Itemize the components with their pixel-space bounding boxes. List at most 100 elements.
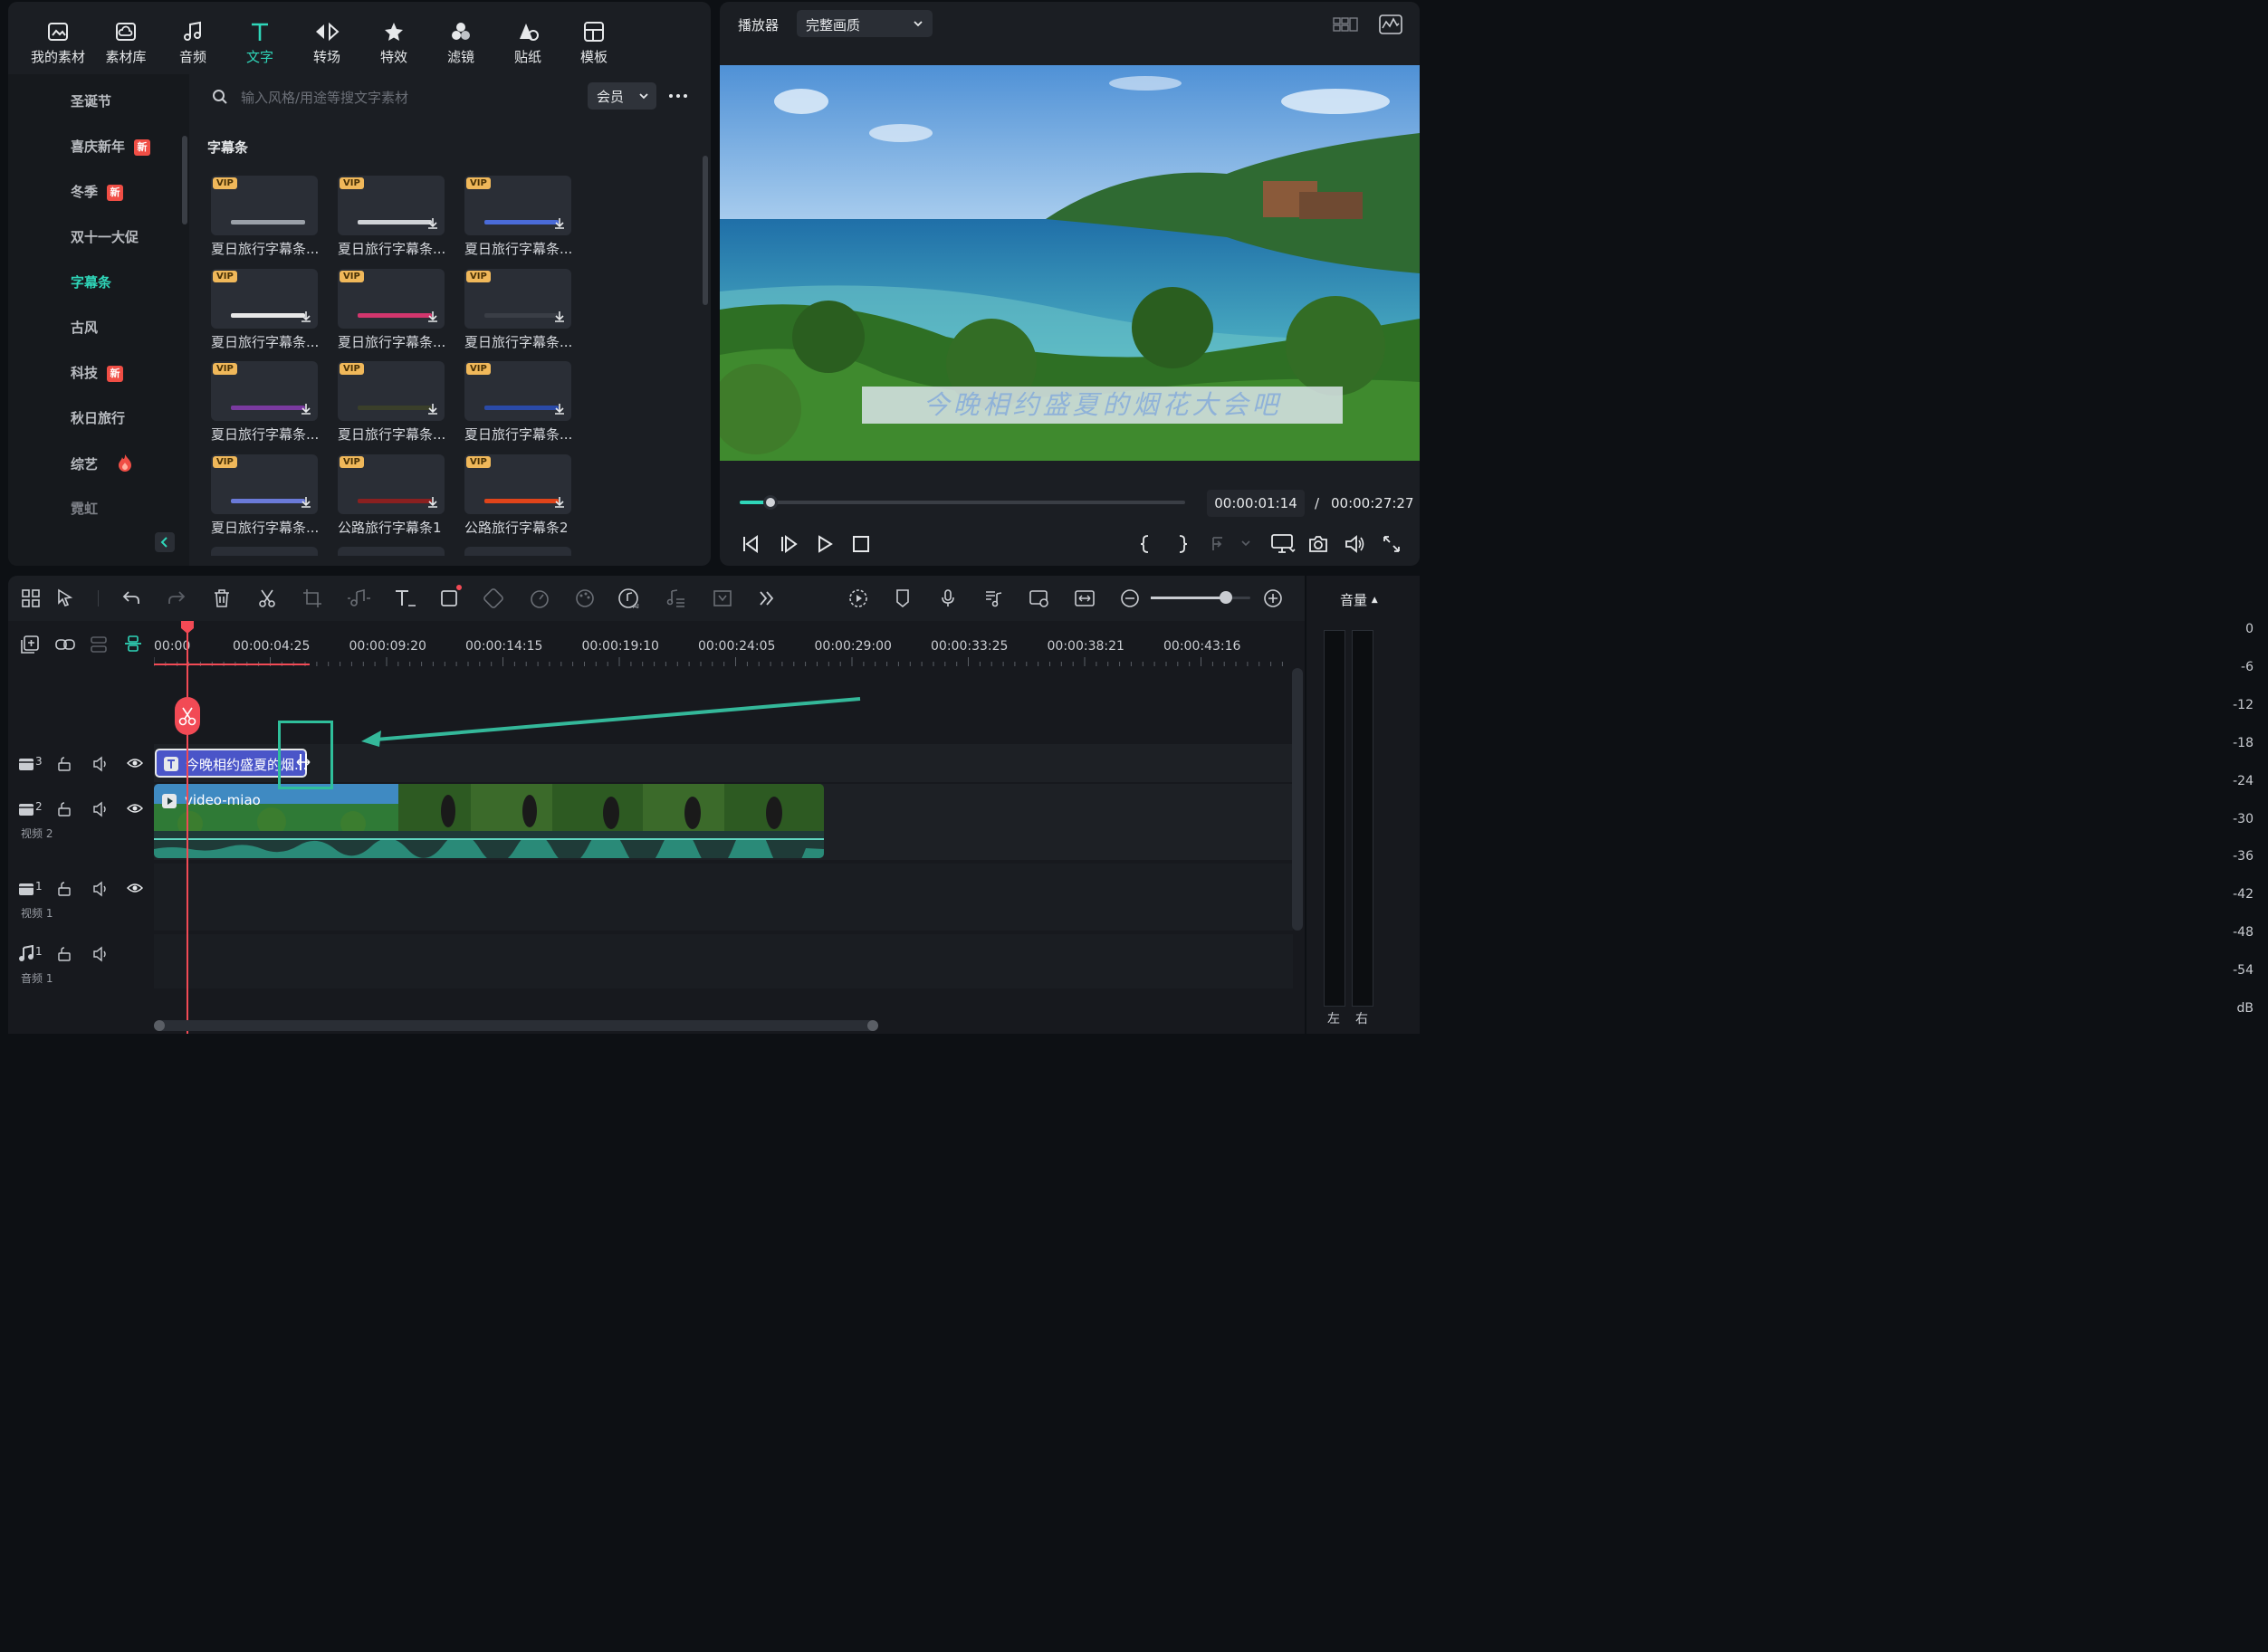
select-pointer-icon[interactable]: [56, 588, 78, 608]
category-item[interactable]: 霓虹: [71, 499, 98, 518]
template-card[interactable]: VIP: [464, 268, 571, 329]
voiceover-mic-icon[interactable]: [938, 588, 958, 608]
toolbar-sticker[interactable]: 贴纸: [496, 20, 560, 66]
member-filter-dropdown[interactable]: 会员: [588, 82, 656, 110]
volume-meter-title[interactable]: 音量 ▲: [1340, 590, 1378, 609]
playhead-handle-icon[interactable]: [180, 620, 195, 635]
mask-shape-icon[interactable]: [439, 584, 463, 609]
add-track-icon[interactable]: [20, 635, 40, 654]
timeline-horizontal-scrollbar[interactable]: [154, 1020, 878, 1031]
pip-icon[interactable]: [1029, 588, 1050, 608]
video-preview[interactable]: 今晚相约盛夏的烟花大会吧: [720, 65, 1420, 461]
scroll-handle-right[interactable]: [867, 1020, 878, 1031]
more-tools-chevron-icon[interactable]: [757, 588, 777, 608]
grid-view-icon[interactable]: [1333, 15, 1358, 33]
display-output-icon[interactable]: [1270, 533, 1296, 555]
download-icon[interactable]: [553, 217, 566, 230]
waveform-monitor-icon[interactable]: [1379, 14, 1402, 34]
stop-icon[interactable]: [851, 534, 871, 554]
download-icon[interactable]: [553, 496, 566, 509]
category-item[interactable]: 圣诞节: [71, 91, 111, 110]
quality-dropdown[interactable]: 完整画质: [797, 10, 933, 37]
lock-icon[interactable]: [57, 947, 72, 961]
ai-audio-icon[interactable]: AI: [617, 587, 643, 610]
zoom-slider[interactable]: [1151, 591, 1250, 604]
category-item[interactable]: 科技新: [71, 363, 124, 382]
download-icon[interactable]: [300, 403, 312, 415]
collapse-sidebar-button[interactable]: [155, 532, 175, 552]
template-card[interactable]: VIP: [338, 361, 445, 422]
play-icon[interactable]: [815, 534, 835, 554]
more-options-icon[interactable]: [668, 92, 688, 100]
download-icon[interactable]: [553, 310, 566, 323]
download-icon[interactable]: [300, 310, 312, 323]
video-clip[interactable]: video-miao: [154, 784, 824, 858]
next-frame-icon[interactable]: [779, 534, 799, 554]
layout-icon[interactable]: [21, 588, 41, 608]
audio-list-icon[interactable]: [983, 588, 1003, 608]
lock-icon[interactable]: [57, 882, 72, 896]
template-card[interactable]: VIP: [464, 361, 571, 422]
category-item-active[interactable]: 字幕条: [71, 272, 111, 291]
visibility-eye-icon[interactable]: [127, 802, 143, 815]
category-item[interactable]: 综艺: [71, 454, 133, 473]
delete-trash-icon[interactable]: [212, 588, 232, 608]
toolbar-library[interactable]: 素材库: [94, 20, 158, 66]
visibility-eye-icon[interactable]: [127, 882, 143, 894]
subtitle-overlay[interactable]: 今晚相约盛夏的烟花大会吧: [862, 387, 1343, 424]
volume-icon[interactable]: [1345, 534, 1366, 554]
sidebar-scrollbar[interactable]: [182, 136, 187, 224]
content-scrollbar[interactable]: [703, 156, 708, 305]
mark-in-icon[interactable]: [1136, 534, 1154, 554]
search-input[interactable]: 输入风格/用途等搜文字素材: [241, 88, 576, 107]
toolbar-effects[interactable]: 特效: [362, 20, 426, 66]
download-icon[interactable]: [300, 496, 312, 509]
template-card[interactable]: VIP: [464, 176, 571, 235]
link-icon[interactable]: [54, 635, 76, 654]
category-item[interactable]: 冬季新: [71, 182, 124, 201]
zoom-slider-knob[interactable]: [1219, 591, 1232, 604]
category-item[interactable]: 秋日旅行: [71, 408, 125, 427]
template-card[interactable]: VIP: [211, 268, 318, 329]
fullscreen-icon[interactable]: [1382, 534, 1402, 554]
mute-speaker-icon[interactable]: [92, 756, 109, 772]
template-card[interactable]: VIP: [211, 454, 318, 515]
mute-speaker-icon[interactable]: [92, 801, 109, 817]
add-text-icon[interactable]: [393, 588, 416, 608]
download-icon[interactable]: [426, 403, 439, 415]
split-scissors-icon[interactable]: [257, 588, 277, 608]
split-at-playhead-button[interactable]: [175, 697, 200, 735]
timeline-vertical-scrollbar[interactable]: [1292, 668, 1303, 931]
category-item[interactable]: 喜庆新年新: [71, 137, 151, 156]
download-icon[interactable]: [553, 403, 566, 415]
visibility-eye-icon[interactable]: [127, 757, 143, 769]
snap-magnet-icon[interactable]: [123, 634, 143, 654]
toolbar-filter[interactable]: 滤镜: [429, 20, 493, 66]
toolbar-audio[interactable]: 音频: [161, 20, 225, 66]
toolbar-transition[interactable]: 转场: [295, 20, 359, 66]
toolbar-my-media[interactable]: 我的素材: [26, 20, 90, 66]
download-icon[interactable]: [426, 496, 439, 509]
template-card[interactable]: VIP: [338, 176, 445, 235]
mute-speaker-icon[interactable]: [92, 881, 109, 897]
category-item[interactable]: 双十一大促: [71, 227, 139, 246]
category-item[interactable]: 古风: [71, 318, 98, 337]
marker-icon[interactable]: [893, 588, 913, 608]
fit-timeline-icon[interactable]: [1074, 588, 1096, 608]
lock-icon[interactable]: [57, 802, 72, 816]
undo-icon[interactable]: [121, 588, 141, 608]
download-icon[interactable]: [426, 310, 439, 323]
prev-frame-icon[interactable]: [741, 534, 761, 554]
template-card[interactable]: VIP: [338, 268, 445, 329]
mute-speaker-icon[interactable]: [92, 946, 109, 962]
template-card[interactable]: VIP: [211, 361, 318, 422]
playback-progress-track[interactable]: [740, 495, 1185, 510]
scroll-handle-left[interactable]: [154, 1020, 165, 1031]
render-preview-icon[interactable]: [847, 587, 869, 609]
template-card[interactable]: VIP: [464, 454, 571, 515]
template-card[interactable]: VIP: [211, 176, 318, 235]
lock-icon[interactable]: [57, 757, 72, 771]
snapshot-camera-icon[interactable]: [1308, 534, 1328, 554]
zoom-out-icon[interactable]: [1120, 588, 1140, 608]
download-icon[interactable]: [426, 217, 439, 230]
